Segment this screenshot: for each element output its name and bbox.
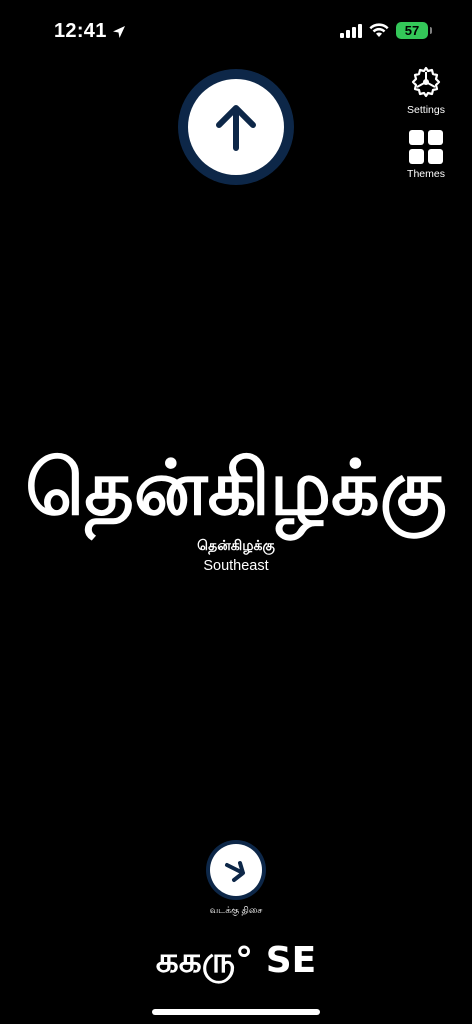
- home-indicator[interactable]: [152, 1009, 320, 1015]
- grid-icon: [409, 130, 443, 164]
- clock-text: 12:41: [54, 20, 107, 42]
- battery-level: 57: [404, 23, 420, 38]
- direction-name-english: Southeast: [203, 558, 269, 574]
- settings-button[interactable]: Settings: [396, 64, 456, 116]
- status-indicators: 57: [340, 22, 432, 39]
- status-bar: 12:41 57: [0, 0, 472, 64]
- main-arrow-face: [188, 79, 284, 175]
- north-pointer-face: [210, 844, 262, 896]
- direction-name-tamil-small: தென்கிழக்கு: [197, 537, 275, 553]
- themes-button[interactable]: Themes: [396, 130, 456, 180]
- status-time: 12:41: [54, 20, 127, 43]
- direction-name-tamil-large: தென்கிழக்கு: [25, 443, 447, 532]
- north-pointer-label: வடக்கு திசை: [209, 905, 263, 915]
- location-arrow-icon: [112, 25, 125, 38]
- arrow-up-icon: [216, 105, 256, 151]
- main-direction-arrow-button[interactable]: [178, 69, 294, 185]
- north-pointer-button[interactable]: [206, 840, 266, 900]
- themes-label: Themes: [407, 168, 445, 180]
- steering-wheel-icon: [411, 66, 441, 98]
- heading-readout: ககரு° SE: [155, 940, 317, 981]
- battery-indicator: 57: [396, 22, 432, 39]
- cellular-signal-icon: [340, 23, 362, 38]
- wifi-icon: [369, 23, 389, 37]
- settings-label: Settings: [407, 104, 445, 116]
- arrow-down-right-icon: [225, 861, 245, 882]
